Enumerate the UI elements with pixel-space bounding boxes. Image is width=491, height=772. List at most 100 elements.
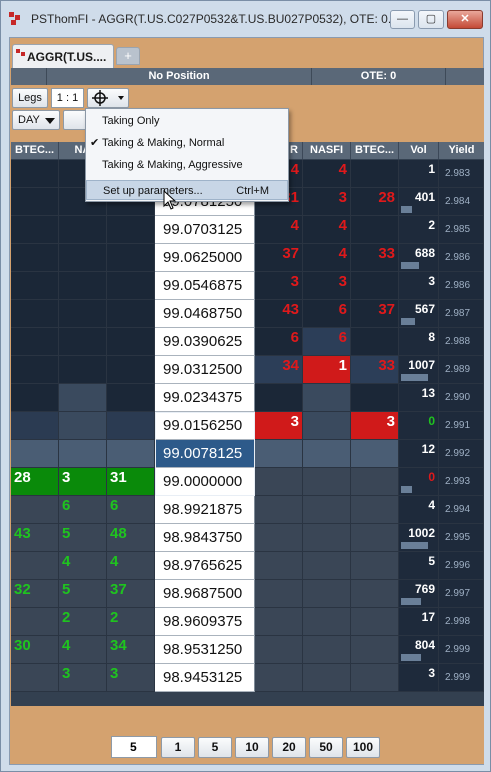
ask-size-cell[interactable]: 3	[351, 412, 399, 440]
ask-size-cell[interactable]: 4	[303, 160, 351, 188]
bid-size-cell[interactable]	[59, 412, 107, 440]
bid-size-cell[interactable]: 43	[11, 524, 59, 552]
ask-size-cell[interactable]	[303, 580, 351, 608]
volume-cell[interactable]: 3	[399, 664, 439, 692]
bid-size-cell[interactable]: 28	[11, 468, 59, 496]
quantity-button-100[interactable]: 100	[346, 737, 380, 758]
bid-size-cell[interactable]: 37	[107, 580, 155, 608]
ask-size-cell[interactable]	[351, 580, 399, 608]
yield-cell[interactable]: 2.995	[439, 524, 484, 552]
ask-size-cell[interactable]	[351, 664, 399, 692]
bid-size-cell[interactable]	[59, 328, 107, 356]
bid-size-cell[interactable]	[59, 384, 107, 412]
bid-size-cell[interactable]: 48	[107, 524, 155, 552]
new-tab-button[interactable]: +	[116, 47, 140, 65]
bid-size-cell[interactable]: 3	[107, 664, 155, 692]
volume-cell[interactable]: 1007	[399, 356, 439, 384]
bid-size-cell[interactable]: 34	[107, 636, 155, 664]
ask-size-cell[interactable]: 3	[255, 272, 303, 300]
yield-cell[interactable]: 2.996	[439, 552, 484, 580]
price-cell[interactable]: 98.9687500	[155, 580, 255, 608]
ask-size-cell[interactable]	[303, 440, 351, 468]
bid-size-cell[interactable]	[11, 216, 59, 244]
price-cell[interactable]: 98.9453125	[155, 664, 255, 692]
column-header[interactable]: BTEC...	[351, 142, 399, 159]
bid-size-cell[interactable]	[11, 440, 59, 468]
ask-size-cell[interactable]	[303, 412, 351, 440]
price-cell[interactable]: 99.0468750	[155, 300, 255, 328]
ask-size-cell[interactable]	[351, 636, 399, 664]
ask-size-cell[interactable]: 34	[255, 356, 303, 384]
ask-size-cell[interactable]: 43	[255, 300, 303, 328]
bid-size-cell[interactable]: 4	[107, 552, 155, 580]
bid-size-cell[interactable]	[11, 552, 59, 580]
toolbar-button-blank[interactable]	[63, 110, 87, 130]
ask-size-cell[interactable]	[303, 496, 351, 524]
bid-size-cell[interactable]: 5	[59, 580, 107, 608]
bid-size-cell[interactable]: 31	[107, 468, 155, 496]
price-cell[interactable]: 98.9843750	[155, 524, 255, 552]
minimize-button[interactable]: —	[390, 10, 415, 29]
bid-size-cell[interactable]: 6	[107, 496, 155, 524]
price-cell[interactable]: 98.9531250	[155, 636, 255, 664]
ask-size-cell[interactable]	[255, 440, 303, 468]
bid-size-cell[interactable]: 30	[11, 636, 59, 664]
bid-size-cell[interactable]	[11, 188, 59, 216]
volume-cell[interactable]: 0	[399, 412, 439, 440]
ask-size-cell[interactable]	[351, 160, 399, 188]
volume-cell[interactable]: 0	[399, 468, 439, 496]
quantity-input[interactable]: 5	[111, 736, 157, 758]
ask-size-cell[interactable]: 3	[303, 188, 351, 216]
tab-aggr[interactable]: AGGR(T.US....	[12, 44, 114, 68]
volume-cell[interactable]: 2	[399, 216, 439, 244]
ask-size-cell[interactable]: 4	[255, 216, 303, 244]
yield-cell[interactable]: 2.983	[439, 160, 484, 188]
legs-button[interactable]: Legs	[12, 88, 48, 108]
bid-size-cell[interactable]	[107, 328, 155, 356]
ask-size-cell[interactable]	[255, 552, 303, 580]
ask-size-cell[interactable]	[351, 608, 399, 636]
yield-cell[interactable]: 2.985	[439, 216, 484, 244]
volume-cell[interactable]: 3	[399, 272, 439, 300]
ask-size-cell[interactable]: 4	[303, 244, 351, 272]
price-cell[interactable]: 99.0156250	[155, 412, 255, 440]
ask-size-cell[interactable]	[255, 384, 303, 412]
bid-size-cell[interactable]: 4	[59, 636, 107, 664]
ask-size-cell[interactable]	[351, 216, 399, 244]
ask-size-cell[interactable]	[351, 468, 399, 496]
bid-size-cell[interactable]	[11, 496, 59, 524]
bid-size-cell[interactable]: 5	[59, 524, 107, 552]
ask-size-cell[interactable]	[255, 664, 303, 692]
price-cell[interactable]: 98.9765625	[155, 552, 255, 580]
bid-size-cell[interactable]	[107, 384, 155, 412]
ask-size-cell[interactable]: 33	[351, 356, 399, 384]
title-bar[interactable]: PSThomFI - AGGR(T.US.C027P0532&T.US.BU02…	[1, 1, 490, 37]
bid-size-cell[interactable]	[59, 244, 107, 272]
strategy-dropdown[interactable]	[87, 88, 129, 108]
yield-cell[interactable]: 2.997	[439, 580, 484, 608]
bid-size-cell[interactable]	[11, 272, 59, 300]
bid-size-cell[interactable]	[59, 272, 107, 300]
bid-size-cell[interactable]	[59, 440, 107, 468]
yield-cell[interactable]: 2.986	[439, 244, 484, 272]
bid-size-cell[interactable]	[59, 300, 107, 328]
ask-size-cell[interactable]: 33	[351, 244, 399, 272]
yield-cell[interactable]: 2.992	[439, 440, 484, 468]
bid-size-cell[interactable]	[11, 328, 59, 356]
bid-size-cell[interactable]	[107, 272, 155, 300]
bid-size-cell[interactable]	[11, 412, 59, 440]
volume-cell[interactable]: 567	[399, 300, 439, 328]
price-cell[interactable]: 98.9921875	[155, 496, 255, 524]
price-cell[interactable]: 99.0546875	[155, 272, 255, 300]
yield-cell[interactable]: 2.984	[439, 188, 484, 216]
ask-size-cell[interactable]	[255, 608, 303, 636]
ask-size-cell[interactable]	[303, 468, 351, 496]
maximize-button[interactable]: ▢	[418, 10, 444, 29]
ask-size-cell[interactable]	[351, 496, 399, 524]
ask-size-cell[interactable]	[351, 524, 399, 552]
ask-size-cell[interactable]: 6	[303, 300, 351, 328]
bid-size-cell[interactable]: 2	[107, 608, 155, 636]
yield-cell[interactable]: 2.998	[439, 608, 484, 636]
menu-item-setup-parameters[interactable]: Set up parameters... Ctrl+M	[86, 180, 288, 200]
bid-size-cell[interactable]	[11, 160, 59, 188]
